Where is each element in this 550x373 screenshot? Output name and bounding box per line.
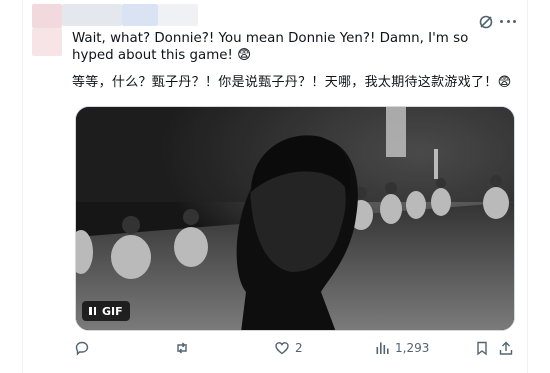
- repost-button[interactable]: [174, 340, 195, 356]
- views-count: 1,293: [395, 341, 430, 355]
- share-icon: [499, 341, 513, 355]
- avatar-shadow: [32, 28, 62, 56]
- reply-button[interactable]: [74, 340, 95, 356]
- reply-icon: [75, 341, 89, 356]
- post-text-chinese: 等等，什么？甄子丹？！你是说甄子丹？！天哪，我太期待这款游戏了！😨: [72, 75, 512, 90]
- gif-frame: [76, 107, 514, 330]
- pause-icon: [89, 307, 96, 315]
- gif-media[interactable]: [75, 106, 515, 331]
- more-icon[interactable]: [500, 13, 516, 29]
- post-meta-blurred: [158, 4, 198, 26]
- post-body: Wait, what? Donnie?! You mean Donnie Yen…: [72, 30, 512, 91]
- author-name-blurred: [62, 4, 122, 26]
- author-handle-blurred: [122, 4, 158, 26]
- views-icon: [376, 342, 389, 354]
- post-text-english: Wait, what? Donnie?! You mean Donnie Yen…: [72, 31, 469, 63]
- avatar[interactable]: [32, 4, 62, 28]
- repost-icon: [177, 342, 187, 354]
- gif-label: GIF: [102, 304, 123, 318]
- bookmark-icon: [477, 341, 487, 356]
- grok-icon[interactable]: [478, 14, 494, 30]
- bookmark-button[interactable]: [474, 340, 490, 356]
- gif-badge[interactable]: GIF: [82, 301, 130, 321]
- action-bar: 2 1,293: [74, 340, 514, 362]
- views-button[interactable]: 1,293: [374, 340, 429, 356]
- like-icon: [275, 342, 289, 355]
- share-button[interactable]: [498, 340, 514, 356]
- like-button[interactable]: 2: [274, 340, 303, 356]
- like-count: 2: [295, 341, 303, 355]
